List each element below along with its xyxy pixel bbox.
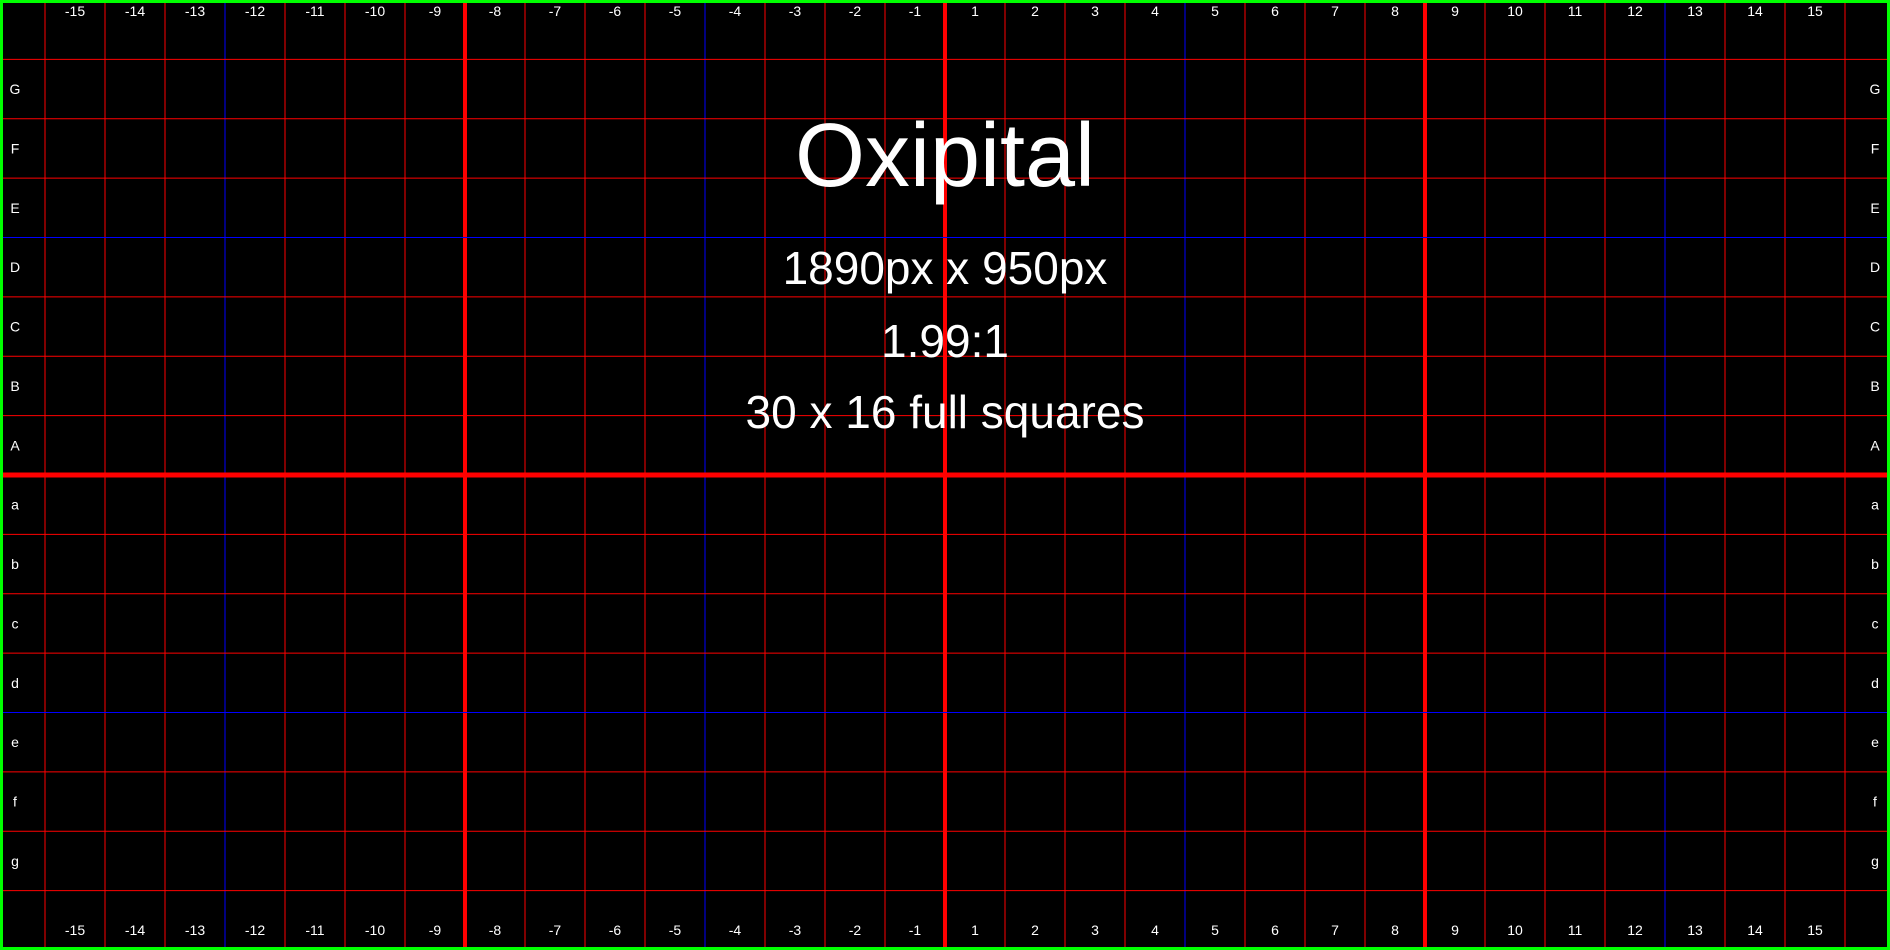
column-label-top: -9 [429, 3, 442, 19]
row-label-left: G [10, 81, 21, 97]
column-label-bottom: 13 [1687, 922, 1703, 938]
column-label-bottom: 9 [1451, 922, 1459, 938]
column-label-top: -10 [365, 3, 385, 19]
column-label-top: -5 [669, 3, 682, 19]
squares-text: 30 x 16 full squares [745, 386, 1145, 438]
column-label-bottom: 2 [1031, 922, 1039, 938]
column-label-top: 7 [1331, 3, 1339, 19]
column-label-top: 4 [1151, 3, 1159, 19]
row-label-left: d [11, 675, 19, 691]
column-label-bottom: 11 [1568, 922, 1583, 938]
column-label-top: -15 [65, 3, 85, 19]
column-label-bottom: 7 [1331, 922, 1339, 938]
column-label-top: 9 [1451, 3, 1459, 19]
column-label-top: -8 [489, 3, 502, 19]
row-label-left: b [11, 556, 19, 572]
row-label-right: c [1872, 615, 1879, 631]
column-label-top: 3 [1091, 3, 1099, 19]
column-label-top: -1 [909, 3, 922, 19]
title: Oxipital [794, 106, 1096, 206]
column-label-top: -4 [729, 3, 742, 19]
row-label-left: g [11, 853, 19, 869]
column-label-bottom: 1 [971, 922, 979, 938]
column-label-bottom: 3 [1091, 922, 1099, 938]
row-label-right: d [1871, 675, 1879, 691]
column-label-bottom: 8 [1391, 922, 1399, 938]
column-label-top: -14 [125, 3, 145, 19]
row-label-left: a [11, 497, 19, 513]
column-label-bottom: 15 [1807, 922, 1823, 938]
column-label-top: -13 [185, 3, 205, 19]
column-label-bottom: -10 [365, 922, 385, 938]
column-label-bottom: 6 [1271, 922, 1279, 938]
column-label-top: 2 [1031, 3, 1039, 19]
column-label-top: -11 [305, 3, 324, 19]
row-label-right: G [1870, 81, 1881, 97]
column-label-top: 15 [1807, 3, 1823, 19]
row-label-left: e [11, 734, 19, 750]
column-label-bottom: -8 [489, 922, 502, 938]
column-label-bottom: -6 [609, 922, 622, 938]
column-label-top: 6 [1271, 3, 1279, 19]
column-label-bottom: 5 [1211, 922, 1219, 938]
column-label-top: -2 [849, 3, 862, 19]
row-label-right: e [1871, 734, 1879, 750]
column-label-bottom: -13 [185, 922, 205, 938]
column-label-bottom: -1 [909, 922, 922, 938]
column-label-top: 14 [1747, 3, 1763, 19]
column-label-bottom: 4 [1151, 922, 1159, 938]
column-label-top: -7 [549, 3, 562, 19]
test-pattern-grid: -15 -15 -14 -14 -13 -13 -12 -12 -11 -11 -10 -10 -9 -9… [0, 0, 1890, 950]
column-label-top: -12 [245, 3, 265, 19]
row-label-right: b [1871, 556, 1879, 572]
column-label-bottom: -15 [65, 922, 85, 938]
row-label-left: f [13, 794, 17, 810]
column-label-top: 10 [1507, 3, 1523, 19]
column-label-top: 1 [971, 3, 979, 19]
column-label-bottom: -2 [849, 922, 862, 938]
column-label-bottom: 10 [1507, 922, 1523, 938]
column-label-top: 12 [1627, 3, 1643, 19]
column-label-bottom: -9 [429, 922, 442, 938]
column-label-bottom: 14 [1747, 922, 1763, 938]
column-label-bottom: -11 [305, 922, 324, 938]
column-label-top: 8 [1391, 3, 1399, 19]
column-label-bottom: -3 [789, 922, 802, 938]
row-label-right: g [1871, 853, 1879, 869]
column-label-top: -6 [609, 3, 622, 19]
row-label-right: f [1873, 794, 1877, 810]
column-label-bottom: -14 [125, 922, 145, 938]
dimensions-text: 1890px x 950px [782, 242, 1108, 294]
column-label-top: 11 [1568, 3, 1583, 19]
column-label-bottom: -5 [669, 922, 682, 938]
ratio-text: 1.99:1 [881, 315, 1009, 367]
row-label-left: c [12, 615, 19, 631]
column-label-top: 5 [1211, 3, 1219, 19]
column-label-bottom: -4 [729, 922, 742, 938]
column-label-bottom: -7 [549, 922, 562, 938]
column-label-bottom: 12 [1627, 922, 1643, 938]
column-label-bottom: -12 [245, 922, 265, 938]
column-label-top: 13 [1687, 3, 1703, 19]
column-label-top: -3 [789, 3, 802, 19]
row-label-right: a [1871, 497, 1879, 513]
